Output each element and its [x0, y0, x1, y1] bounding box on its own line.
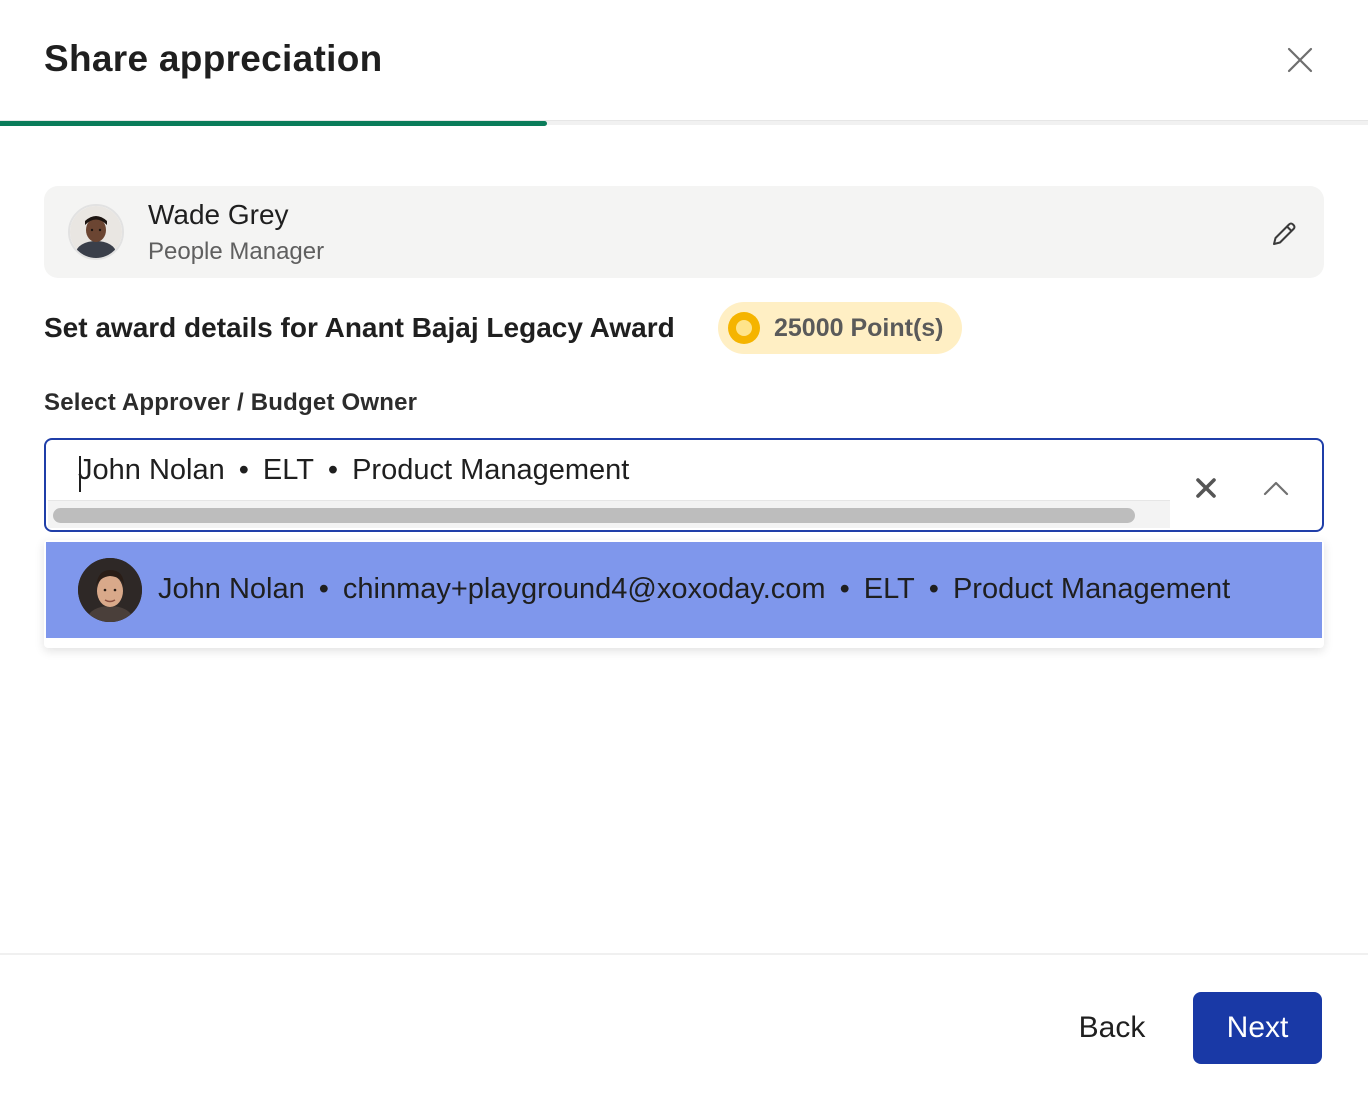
option-name: John Nolan: [158, 573, 305, 605]
approver-team: ELT: [262, 454, 314, 486]
recipient-card: Wade Grey People Manager: [44, 186, 1324, 278]
option-department: Product Management: [952, 573, 1231, 605]
approver-name: John Nolan: [78, 454, 225, 486]
text-caret: [79, 456, 81, 492]
approver-field-label: Select Approver / Budget Owner: [44, 389, 418, 416]
step-progress-fill: [0, 121, 548, 126]
back-button[interactable]: Back: [1058, 992, 1166, 1064]
step-progress-bar: [0, 120, 1368, 126]
points-badge: 25000 Point(s): [718, 302, 962, 354]
approver-select-value[interactable]: John Nolan • ELT • Product Management: [78, 454, 629, 487]
option-email: chinmay+playground4@xoxoday.com: [342, 573, 826, 605]
chevron-up-icon: [1263, 481, 1289, 496]
separator-dot: •: [839, 573, 850, 605]
edit-recipient-button[interactable]: [1266, 216, 1302, 252]
clear-icon: [1196, 478, 1216, 498]
recipient-name: Wade Grey: [148, 199, 289, 230]
separator-dot: •: [238, 454, 249, 486]
points-label: 25000 Point(s): [774, 313, 944, 342]
next-button[interactable]: Next: [1193, 992, 1322, 1064]
separator-dot: •: [318, 573, 329, 605]
award-heading: Set award details for Anant Bajaj Legacy…: [44, 312, 675, 343]
horizontal-scrollbar[interactable]: [48, 500, 1170, 528]
recipient-avatar: [68, 204, 124, 260]
scrollbar-thumb[interactable]: [53, 508, 1135, 523]
coin-icon: [728, 312, 760, 344]
recipient-role: People Manager: [148, 238, 325, 265]
approver-department: Product Management: [352, 454, 630, 486]
person-photo-avatar-icon: [70, 206, 122, 258]
separator-dot: •: [928, 573, 939, 605]
approver-dropdown-menu: John Nolan • chinmay+playground4@xoxoday.c…: [44, 540, 1324, 648]
dialog-title: Share appreciation: [44, 38, 383, 79]
clear-selection-button[interactable]: [1188, 470, 1224, 506]
option-team: ELT: [863, 573, 915, 605]
pencil-icon: [1273, 222, 1296, 245]
dropdown-option[interactable]: John Nolan • chinmay+playground4@xoxoday.c…: [46, 542, 1322, 638]
close-button[interactable]: [1278, 38, 1322, 82]
option-avatar: [78, 558, 142, 622]
person-photo-avatar-icon: [78, 558, 142, 622]
share-appreciation-dialog: Share appreciation Wade Grey People Mana…: [0, 0, 1368, 1096]
separator-dot: •: [327, 454, 339, 486]
close-icon: [1287, 47, 1313, 73]
dropdown-toggle-button[interactable]: [1258, 470, 1294, 506]
footer-divider: [0, 953, 1368, 955]
approver-select[interactable]: John Nolan • ELT • Product Management: [44, 438, 1324, 532]
option-label: John Nolan • chinmay+playground4@xoxoday.c…: [158, 573, 1230, 606]
dialog-header: Share appreciation: [0, 0, 1368, 120]
